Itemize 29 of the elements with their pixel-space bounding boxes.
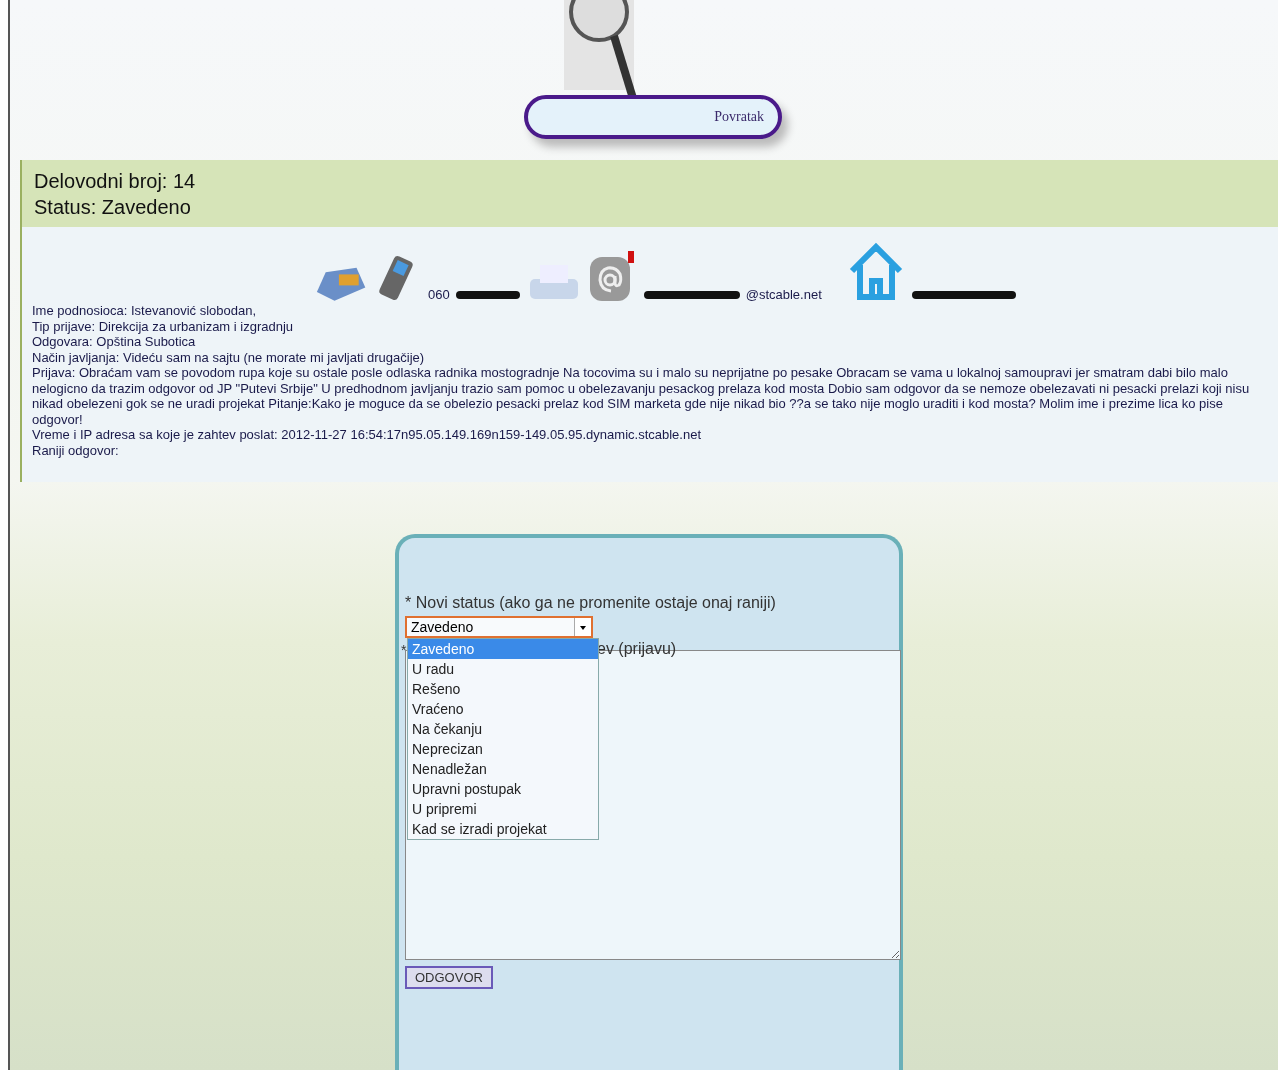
redaction-bar-icon	[643, 291, 740, 299]
status-label: * Novi status (ako ga ne promenite ostaje onaj raniji)	[405, 594, 777, 612]
record-number: Delovodni broj: 14	[34, 169, 197, 194]
answer-label-asterisk: *	[401, 642, 407, 658]
status-option[interactable]: Vraćeno	[408, 699, 598, 719]
detail-text: Ime podnosioca: Istevanović slobodan,	[32, 303, 258, 319]
detail-text: Raniji odgovor:	[32, 442, 120, 458]
detail-text: Vreme i IP adresa sa koje je zahtev poslat: 2012-11-27 16:54:17n95.05.149.169n159-149.05.95.dynamic.stcable.net	[32, 427, 702, 443]
email-address: @stcable.net	[745, 286, 822, 302]
status-option[interactable]: Nenadležan	[408, 759, 598, 779]
back-button[interactable]: Povratak	[524, 95, 782, 139]
phone-number: 060	[428, 286, 450, 302]
status-option[interactable]: Upravni postupak	[408, 779, 598, 799]
status-option[interactable]: Zavedeno	[408, 639, 598, 659]
status-option[interactable]: U pripremi	[408, 799, 598, 819]
status-option[interactable]: Na čekanju	[408, 719, 598, 739]
redaction-bar-icon	[911, 291, 1016, 299]
detail-text: Način javljanja: Videću sam na sajtu (ne morate mi javljati drugačije)	[32, 349, 426, 365]
detail-text: Tip prijave: Direkcija za urbanizam i izgradnju	[32, 318, 295, 334]
status-dropdown[interactable]: Zavedeno	[405, 616, 593, 638]
detail-text: Prijava: Obraćam vam se povodom rupa koje su ostale posle odlaska radnika mostogradnje Na tocovima su i malo su neprijatne po pesake Obracam se vama u lokalnoj samoupravi jer smatram dabi bilo malo nelogicno da trazim odgovor od JP "Putevi Srbije" U predhodnom javljanju trazio sam pomoc u obelezavanju pesackog prelaza kod mosta Dobio sam odgovor da se nemoze obelezavati ni pesacki prelazi koji nisu nikad obelezeni gok se ne uradi projekat Pitanje:Kako je moguce da se obelezio pesacki prelaz kod SIM marketa gde nije nikad bio ??a se tako nije moglo uraditi i kod mosta? Molim ime i prezime lica ko pise odgovor!	[32, 365, 1251, 427]
status-option[interactable]: Kad se izradi projekat	[408, 819, 598, 839]
redaction-bar-icon	[455, 291, 520, 299]
answer-submit-button[interactable]: ODGOVOR	[405, 966, 493, 989]
status-option[interactable]: Neprecizan	[408, 739, 598, 759]
detail-text: Odgovara: Opština Subotica	[32, 334, 197, 350]
record-status: Status: Zavedeno	[34, 195, 192, 220]
status-option[interactable]: Rešeno	[408, 679, 598, 699]
status-option[interactable]: U radu	[408, 659, 598, 679]
